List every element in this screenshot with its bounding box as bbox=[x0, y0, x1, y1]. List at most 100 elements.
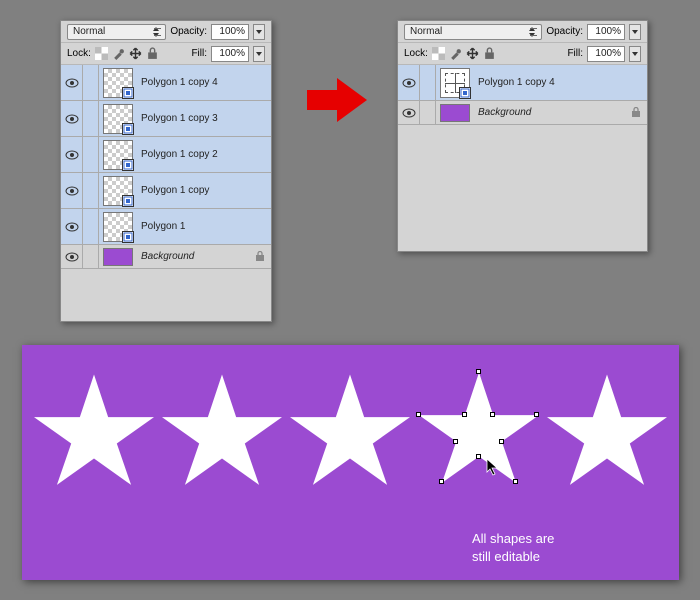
star-shape[interactable] bbox=[290, 374, 410, 489]
blend-mode-value: Normal bbox=[73, 26, 105, 37]
lock-all-icon[interactable] bbox=[146, 47, 159, 60]
fill-dropdown[interactable] bbox=[629, 46, 641, 62]
layer-row[interactable]: Polygon 1 copy 4 bbox=[61, 65, 271, 101]
lock-move-icon[interactable] bbox=[129, 47, 142, 60]
background-layer-row[interactable]: Background bbox=[61, 245, 271, 269]
visibility-toggle[interactable] bbox=[61, 245, 83, 268]
caption-line1: All shapes are bbox=[472, 530, 554, 548]
layer-thumbnail[interactable] bbox=[103, 176, 133, 206]
layer-row[interactable]: Polygon 1 copy 3 bbox=[61, 101, 271, 137]
anchor-point[interactable] bbox=[439, 479, 444, 484]
visibility-toggle[interactable] bbox=[61, 209, 83, 244]
visibility-toggle[interactable] bbox=[61, 101, 83, 136]
layer-thumbnail[interactable] bbox=[440, 68, 470, 98]
layer-name[interactable]: Polygon 1 copy 4 bbox=[137, 77, 271, 88]
opacity-label: Opacity: bbox=[170, 26, 207, 37]
blend-mode-select[interactable]: Normal bbox=[67, 24, 166, 40]
link-cell bbox=[420, 101, 436, 124]
opacity-input[interactable]: 100% bbox=[211, 24, 249, 40]
layers-panel-before: Normal Opacity: 100% Lock: Fill: 100% Po… bbox=[60, 20, 272, 322]
layer-thumbnail[interactable] bbox=[440, 104, 470, 122]
star-shape[interactable] bbox=[34, 374, 154, 489]
layer-name[interactable]: Polygon 1 bbox=[137, 221, 271, 232]
lock-paint-icon[interactable] bbox=[449, 47, 462, 60]
lock-label: Lock: bbox=[404, 48, 428, 59]
anchor-point[interactable] bbox=[416, 412, 421, 417]
visibility-toggle[interactable] bbox=[61, 173, 83, 208]
blend-opacity-row: Normal Opacity: 100% bbox=[61, 21, 271, 43]
layer-name[interactable]: Background bbox=[474, 107, 625, 118]
lock-label: Lock: bbox=[67, 48, 91, 59]
fill-label: Fill: bbox=[191, 48, 207, 59]
layer-thumbnail[interactable] bbox=[103, 68, 133, 98]
link-cell bbox=[83, 209, 99, 244]
layer-name[interactable]: Polygon 1 copy 2 bbox=[137, 149, 271, 160]
background-layer-row[interactable]: Background bbox=[398, 101, 647, 125]
cursor-icon bbox=[486, 458, 500, 476]
link-cell bbox=[420, 65, 436, 100]
layer-name[interactable]: Polygon 1 copy 3 bbox=[137, 113, 271, 124]
layer-row[interactable]: Polygon 1 copy 4 bbox=[398, 65, 647, 101]
blend-mode-select[interactable]: Normal bbox=[404, 24, 542, 40]
layer-thumbnail[interactable] bbox=[103, 248, 133, 266]
anchor-point[interactable] bbox=[476, 454, 481, 459]
lock-move-icon[interactable] bbox=[466, 47, 479, 60]
layer-thumbnail[interactable] bbox=[103, 104, 133, 134]
layer-list-before: Polygon 1 copy 4 Polygon 1 copy 3 Polygo… bbox=[61, 65, 271, 269]
lock-transparency-icon[interactable] bbox=[95, 47, 108, 60]
anchor-point[interactable] bbox=[499, 439, 504, 444]
layer-name[interactable]: Polygon 1 copy bbox=[137, 185, 271, 196]
layer-row[interactable]: Polygon 1 bbox=[61, 209, 271, 245]
opacity-dropdown[interactable] bbox=[253, 24, 265, 40]
lock-fill-row: Lock: Fill: 100% bbox=[61, 43, 271, 65]
layer-name[interactable]: Polygon 1 copy 4 bbox=[474, 77, 647, 88]
caption-line2: still editable bbox=[472, 548, 540, 566]
star-shape[interactable] bbox=[162, 374, 282, 489]
lock-icon bbox=[249, 251, 271, 262]
link-cell bbox=[83, 173, 99, 208]
fill-dropdown[interactable] bbox=[253, 46, 265, 62]
anchor-point[interactable] bbox=[534, 412, 539, 417]
anchor-point[interactable] bbox=[476, 369, 481, 374]
lock-fill-row: Lock: Fill: 100% bbox=[398, 43, 647, 65]
lock-all-icon[interactable] bbox=[483, 47, 496, 60]
visibility-toggle[interactable] bbox=[398, 65, 420, 100]
visibility-toggle[interactable] bbox=[61, 137, 83, 172]
vector-mask-badge bbox=[122, 87, 134, 99]
opacity-label: Opacity: bbox=[546, 26, 583, 37]
layer-thumbnail[interactable] bbox=[103, 140, 133, 170]
star-row bbox=[22, 345, 679, 518]
lock-paint-icon[interactable] bbox=[112, 47, 125, 60]
lock-transparency-icon[interactable] bbox=[432, 47, 445, 60]
visibility-toggle[interactable] bbox=[61, 65, 83, 100]
fill-input[interactable]: 100% bbox=[211, 46, 249, 62]
arrow-icon bbox=[302, 75, 372, 125]
layer-row[interactable]: Polygon 1 copy bbox=[61, 173, 271, 209]
layer-name[interactable]: Background bbox=[137, 251, 249, 262]
visibility-toggle[interactable] bbox=[398, 101, 420, 124]
vector-mask-badge bbox=[459, 87, 471, 99]
layer-row[interactable]: Polygon 1 copy 2 bbox=[61, 137, 271, 173]
anchor-point[interactable] bbox=[462, 412, 467, 417]
blend-mode-value: Normal bbox=[410, 26, 442, 37]
link-cell bbox=[83, 245, 99, 268]
star-shape[interactable] bbox=[547, 374, 667, 489]
anchor-point[interactable] bbox=[513, 479, 518, 484]
vector-mask-badge bbox=[122, 159, 134, 171]
layer-list-after: Polygon 1 copy 4 Background bbox=[398, 65, 647, 125]
canvas-preview: All shapes are still editable bbox=[22, 345, 679, 580]
fill-input[interactable]: 100% bbox=[587, 46, 625, 62]
link-cell bbox=[83, 65, 99, 100]
star-shape-selected[interactable] bbox=[419, 372, 539, 492]
layer-thumbnail[interactable] bbox=[103, 212, 133, 242]
link-cell bbox=[83, 101, 99, 136]
anchor-point[interactable] bbox=[453, 439, 458, 444]
link-cell bbox=[83, 137, 99, 172]
layers-panel-after: Normal Opacity: 100% Lock: Fill: 100% Po… bbox=[397, 20, 648, 252]
fill-label: Fill: bbox=[567, 48, 583, 59]
lock-icon bbox=[625, 107, 647, 118]
opacity-input[interactable]: 100% bbox=[587, 24, 625, 40]
anchor-point[interactable] bbox=[490, 412, 495, 417]
opacity-dropdown[interactable] bbox=[629, 24, 641, 40]
vector-mask-badge bbox=[122, 231, 134, 243]
